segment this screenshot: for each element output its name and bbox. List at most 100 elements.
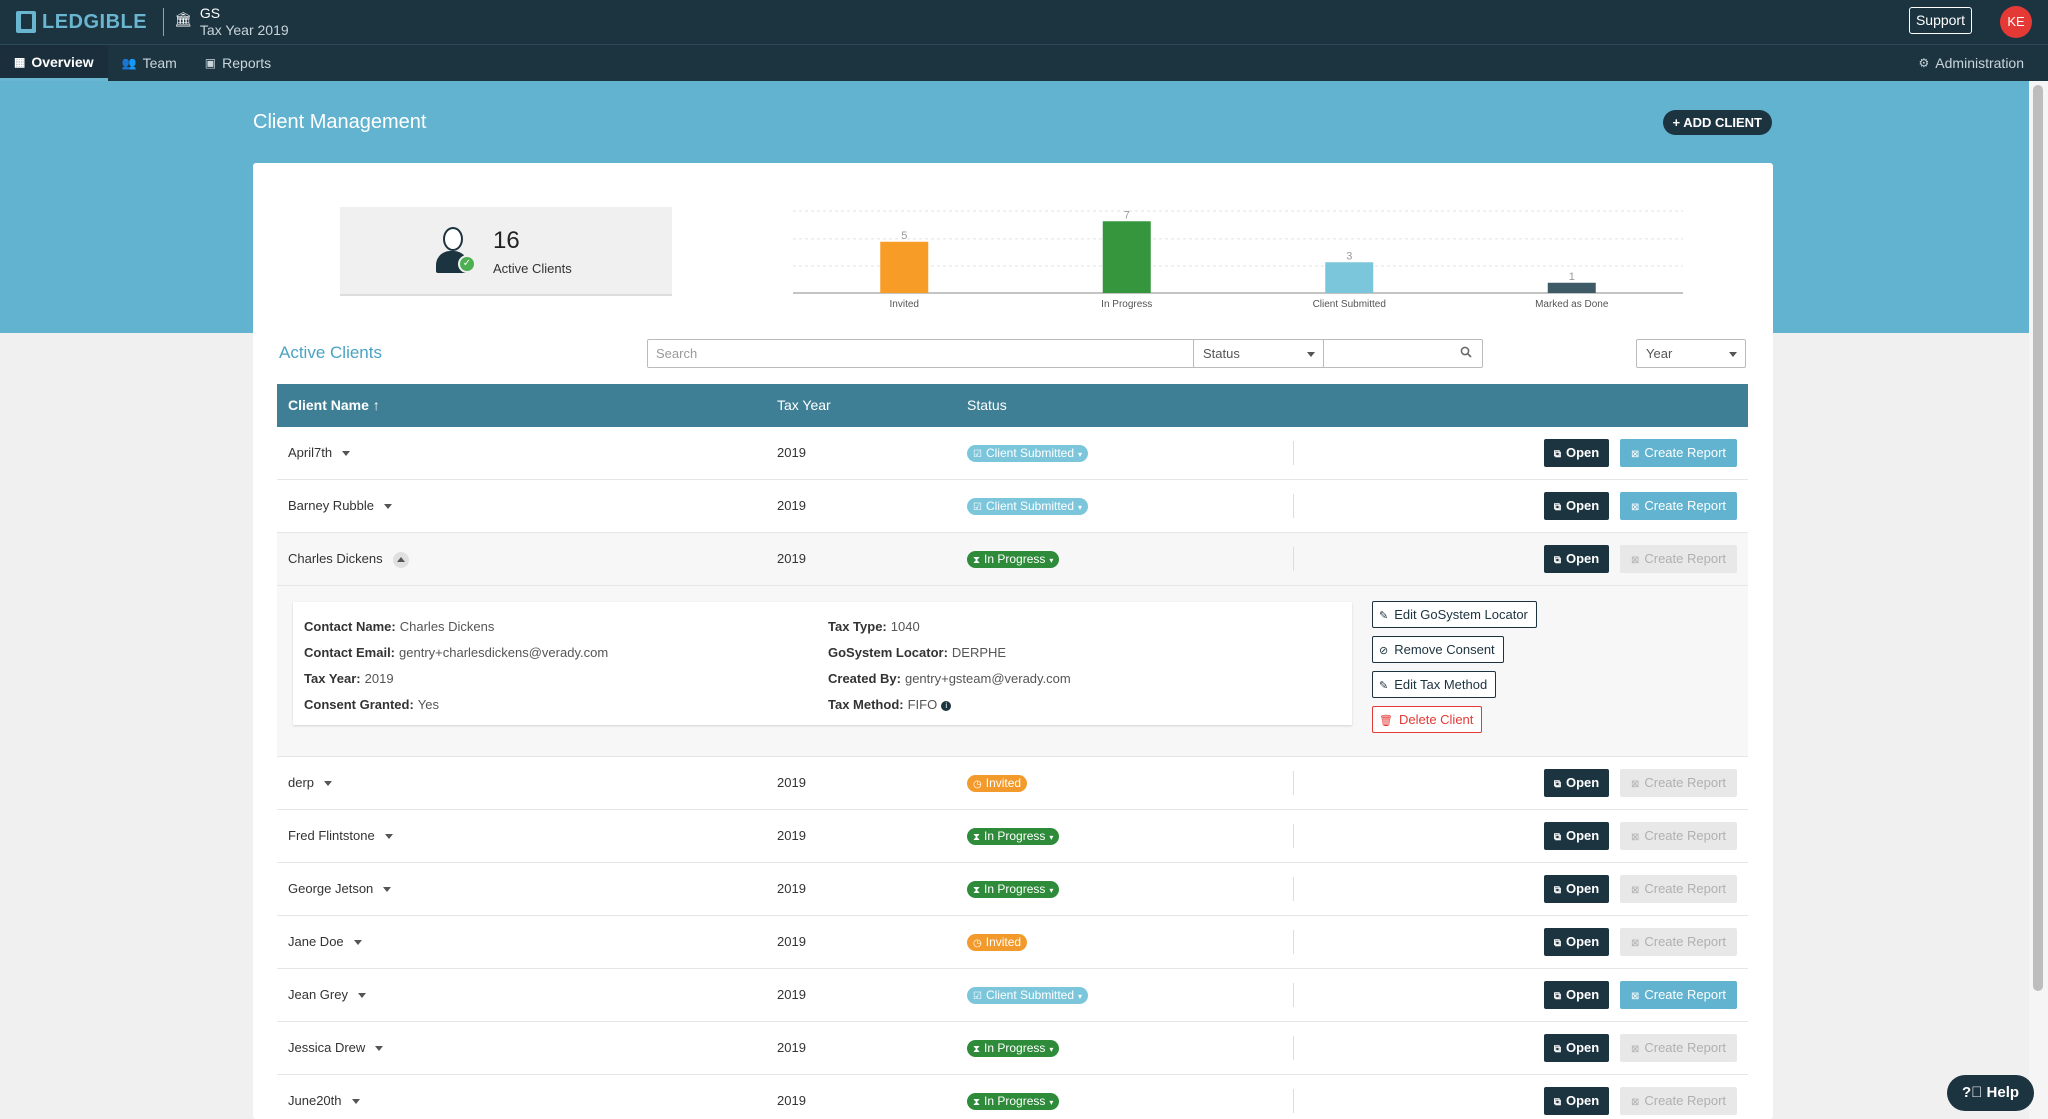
create-report-button[interactable]: ⊠ Create Report (1620, 875, 1737, 903)
scrollbar-thumb[interactable] (2033, 85, 2043, 991)
nav-reports[interactable]: ▣ Reports (191, 45, 285, 81)
create-report-label: Create Report (1644, 1093, 1727, 1108)
open-button[interactable]: ⧉ Open (1544, 875, 1609, 903)
status-label: Client Submitted (985, 988, 1075, 1002)
status-badge: ◷ Invited (967, 775, 1028, 792)
column-tax-year[interactable]: Tax Year (777, 384, 831, 427)
column-client-name[interactable]: Client Name ↑ (288, 384, 380, 427)
tax-year-cell: 2019 (777, 828, 806, 843)
status-icon: ⧗ (973, 1044, 981, 1055)
nav-overview[interactable]: ▦ Overview (0, 45, 108, 81)
table-row[interactable]: Fred Flintstone 2019 ⧗ In Progress ▾ ⧉ Open ⊠ Cr… (277, 810, 1748, 863)
chart-bar[interactable] (1325, 262, 1374, 293)
nav-team[interactable]: 👥 Team (108, 45, 191, 81)
open-button[interactable]: ⧉ Open (1544, 492, 1609, 520)
active-clients-count: 16 (493, 227, 520, 254)
chevron-down-icon[interactable] (384, 834, 393, 840)
open-button[interactable]: ⧉ Open (1544, 981, 1609, 1009)
open-button[interactable]: ⧉ Open (1544, 439, 1609, 467)
status-badge[interactable]: ☑ Client Submitted ▾ (967, 498, 1089, 515)
tax-year-cell: 2019 (777, 445, 806, 460)
create-report-label: Create Report (1644, 828, 1727, 843)
support-button[interactable]: Support (1908, 7, 1972, 34)
open-button[interactable]: ⧉ Open (1544, 928, 1609, 956)
create-report-button[interactable]: ⊠ Create Report (1620, 928, 1737, 956)
help-button[interactable]: ?⃝ Help (1947, 1075, 2034, 1111)
open-button[interactable]: ⧉ Open (1544, 769, 1609, 797)
column-status[interactable]: Status (967, 384, 1007, 427)
create-report-label: Create Report (1644, 934, 1727, 949)
create-report-button[interactable]: ⊠ Create Report (1620, 822, 1737, 850)
table-row[interactable]: Jessica Drew 2019 ⧗ In Progress ▾ ⧉ Open ⊠ Creat… (277, 1022, 1748, 1075)
status-badge[interactable]: ⧗ In Progress ▾ (967, 881, 1060, 898)
table-row[interactable]: April7th 2019 ☑ Client Submitted ▾ ⧉ Open ⊠ Crea… (277, 427, 1748, 480)
status-badge[interactable]: ☑ Client Submitted ▾ (967, 987, 1089, 1004)
report-icon: ⊠ (1630, 502, 1640, 513)
status-badge[interactable]: ⧗ In Progress ▾ (967, 1093, 1060, 1110)
report-icon: ⊠ (1630, 555, 1640, 566)
page-scrollbar[interactable] (2029, 81, 2048, 1119)
create-report-button[interactable]: ⊠ Create Report (1620, 439, 1737, 467)
external-link-icon: ⧉ (1553, 449, 1561, 460)
chevron-down-icon[interactable] (342, 451, 351, 457)
remove-consent-button[interactable]: ⊘ Remove Consent (1372, 636, 1504, 663)
table-row[interactable]: Charles Dickens 2019 ⧗ In Progress ▾ ⧉ Open ⊠ Cr… (277, 533, 1748, 586)
add-client-button[interactable]: + ADD CLIENT (1662, 110, 1772, 135)
detail-tax-method: Tax Method: FIFO i (828, 697, 952, 712)
chevron-down-icon[interactable] (353, 940, 362, 946)
client-name: Jean Grey (288, 987, 348, 1002)
create-report-button[interactable]: ⊠ Create Report (1620, 545, 1737, 573)
open-button[interactable]: ⧉ Open (1544, 1087, 1609, 1115)
organization-switcher[interactable]: 🏛 GS Tax Year 2019 (174, 5, 289, 39)
table-row[interactable]: Barney Rubble 2019 ☑ Client Submitted ▾ ⧉ Open… (277, 480, 1748, 533)
create-report-button[interactable]: ⊠ Create Report (1620, 1034, 1737, 1062)
user-avatar[interactable]: KE (2000, 6, 2032, 38)
status-badge[interactable]: ☑ Client Submitted ▾ (967, 445, 1089, 462)
tax-year-cell: 2019 (777, 1093, 806, 1108)
open-button[interactable]: ⧉ Open (1544, 822, 1609, 850)
chevron-down-icon[interactable] (324, 781, 333, 787)
status-filter[interactable]: Status (1193, 339, 1324, 368)
ledgible-logo[interactable]: LEDGIBLE (16, 11, 147, 34)
chevron-down-icon[interactable] (375, 1046, 384, 1052)
client-name-cell: Jane Doe (288, 916, 362, 968)
status-badge[interactable]: ⧗ In Progress ▾ (967, 828, 1060, 845)
table-row[interactable]: Jane Doe 2019 ◷ Invited ⧉ Open ⊠ Create Report (277, 916, 1748, 969)
create-report-button[interactable]: ⊠ Create Report (1620, 1087, 1737, 1115)
edit-tax-method-button[interactable]: ✎ Edit Tax Method (1372, 671, 1497, 698)
status-badge[interactable]: ⧗ In Progress ▾ (967, 551, 1060, 568)
open-button[interactable]: ⧉ Open (1544, 1034, 1609, 1062)
nav-administration[interactable]: ⚙ Administration (1905, 45, 2038, 81)
detail-contact-email: Contact Email: gentry+charlesdickens@vera… (304, 645, 609, 660)
table-row[interactable]: Jean Grey 2019 ☑ Client Submitted ▾ ⧉ Open ⊠ Cre… (277, 969, 1748, 1022)
chart-bar[interactable] (1547, 282, 1596, 293)
search-icon[interactable] (1460, 346, 1472, 358)
info-icon[interactable]: i (941, 700, 952, 711)
status-icon: ⧗ (973, 832, 981, 843)
chevron-down-icon[interactable] (351, 1099, 360, 1105)
chevron-down-icon[interactable] (384, 504, 392, 510)
chevron-up-icon[interactable] (392, 551, 409, 568)
create-report-label: Create Report (1644, 551, 1727, 566)
chart-bar[interactable] (1102, 221, 1151, 293)
chart-value-label: 5 (901, 230, 907, 242)
status-label: Invited (985, 776, 1022, 790)
client-name: Jane Doe (288, 934, 344, 949)
client-name: Barney Rubble (288, 498, 374, 513)
status-badge[interactable]: ⧗ In Progress ▾ (967, 1040, 1060, 1057)
chart-bar[interactable] (880, 241, 929, 293)
delete-client-button[interactable]: 🗑 Delete Client (1372, 706, 1483, 733)
create-report-button[interactable]: ⊠ Create Report (1620, 492, 1737, 520)
create-report-button[interactable]: ⊠ Create Report (1620, 981, 1737, 1009)
table-row[interactable]: George Jetson 2019 ⧗ In Progress ▾ ⧉ Open ⊠ Crea… (277, 863, 1748, 916)
table-row[interactable]: derp 2019 ◷ Invited ⧉ Open ⊠ Create Report (277, 757, 1748, 810)
edit-gosystem-locator-button[interactable]: ✎ Edit GoSystem Locator (1372, 601, 1537, 628)
status-label: Client Submitted (985, 499, 1075, 513)
table-row[interactable]: June20th 2019 ⧗ In Progress ▾ ⧉ Open ⊠ Create Re… (277, 1075, 1748, 1119)
chevron-down-icon[interactable] (357, 993, 366, 999)
year-filter[interactable]: Year (1636, 339, 1746, 368)
chevron-down-icon[interactable] (383, 887, 392, 893)
open-button[interactable]: ⧉ Open (1544, 545, 1609, 573)
pencil-icon: ✎ (1379, 610, 1389, 622)
create-report-button[interactable]: ⊠ Create Report (1620, 769, 1737, 797)
